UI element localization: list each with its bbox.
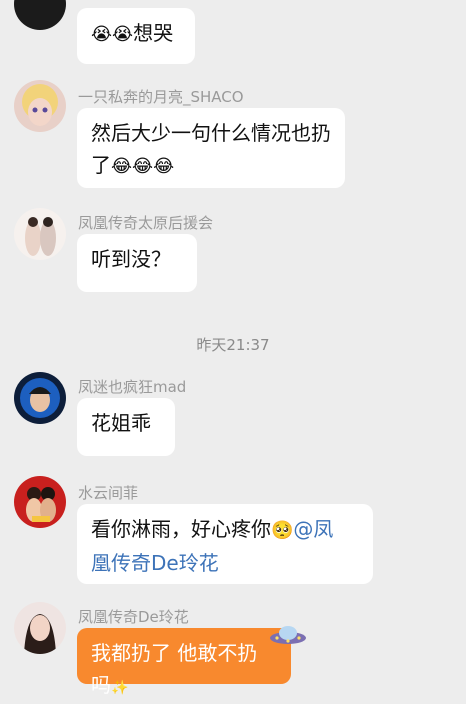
mention-link-continued[interactable]: 凰传奇De玲花: [91, 547, 359, 579]
message-bubble[interactable]: 听到没？: [77, 234, 197, 292]
timestamp: 昨天21:37: [196, 336, 270, 354]
message-bubble[interactable]: 我都扔了 他敢不扔吗✨: [77, 628, 291, 697]
message-text-line-1: 看你淋雨，好心疼你: [91, 517, 271, 541]
message-text-line-1: 然后大少一句什么情况也扔: [91, 121, 331, 145]
avatar[interactable]: [14, 0, 66, 30]
avatar[interactable]: [14, 476, 66, 528]
pleading-face-icon: 🥺: [271, 520, 294, 541]
laughing-face-icon: 😂😂😂: [111, 156, 175, 177]
ufo-icon: [268, 620, 308, 654]
message-bubble[interactable]: 然后大少一句什么情况也扔 了😂😂😂: [77, 108, 345, 188]
sender-name: 凤凰传奇太原后援会: [78, 214, 214, 232]
mention-link[interactable]: @凤: [293, 517, 333, 541]
avatar[interactable]: [14, 602, 66, 654]
message-text-line-2: 了: [91, 153, 111, 177]
message-bubble[interactable]: 😭😭想哭: [77, 8, 195, 64]
message-bubble[interactable]: 看你淋雨，好心疼你🥺@凤 凰传奇De玲花: [77, 504, 373, 584]
message-text: 听到没？: [91, 247, 171, 271]
sender-name: 凤凰传奇De玲花: [78, 608, 189, 626]
avatar[interactable]: [14, 80, 66, 132]
sender-name: 凤迷也疯狂mad: [78, 378, 187, 396]
message-text: 想哭: [133, 21, 174, 45]
sender-name: 一只私奔的月亮_SHACO: [78, 88, 244, 106]
message-bubble[interactable]: 花姐乖: [77, 398, 175, 456]
sender-name: 水云间菲: [78, 484, 139, 502]
sparkle-icon: ✨: [111, 680, 129, 696]
message-text: 花姐乖: [91, 411, 151, 435]
crying-face-icon: 😭😭: [91, 24, 134, 45]
avatar[interactable]: [14, 208, 66, 260]
avatar[interactable]: [14, 372, 66, 424]
